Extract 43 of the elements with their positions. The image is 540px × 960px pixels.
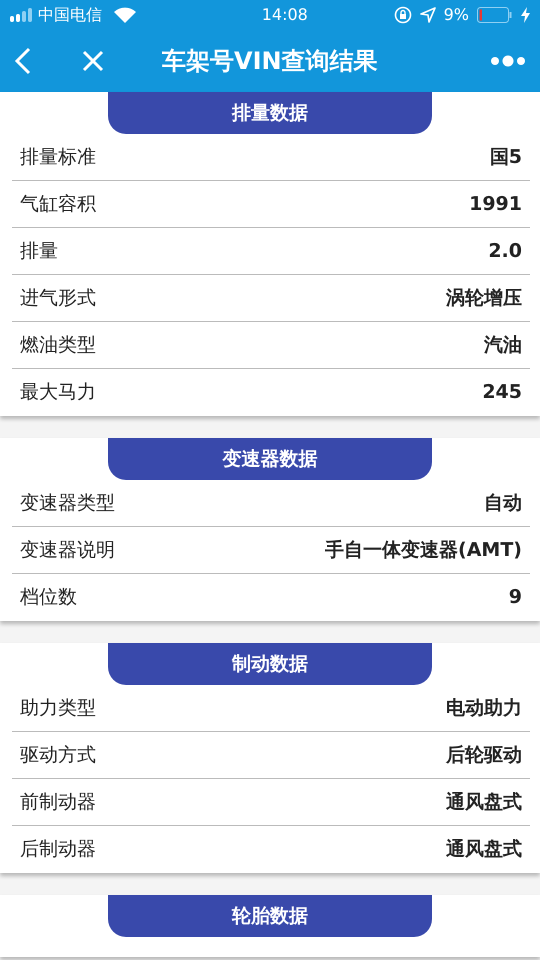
field-label: 进气形式 [20,286,96,311]
field-label: 燃油类型 [20,332,96,358]
field-value: 9 [508,585,522,610]
section-header: 制动数据 [108,643,432,685]
field-value: 1991 [469,192,522,217]
field-label: 助力类型 [20,696,96,721]
field-label: 驱动方式 [20,742,96,768]
field-label: 档位数 [20,585,77,610]
field-label: 排量 [20,238,58,264]
field-value: 手自一体变速器(AMT) [325,538,522,563]
rotation-lock-icon [394,6,412,24]
field-label: 前制动器 [20,790,96,815]
clock-time: 14:08 [262,4,308,26]
field-label: 变速器说明 [20,538,115,563]
field-value: 自动 [484,490,522,516]
charging-icon [521,7,530,23]
field-value: 245 [482,380,522,406]
field-label: 排量标准 [20,144,96,170]
field-value: 通风盘式 [446,790,522,815]
field-label: 最大马力 [20,380,96,406]
field-label: 变速器类型 [20,490,115,516]
close-icon[interactable] [82,50,104,72]
field-label: 气缸容积 [20,192,96,217]
field-value: 国5 [490,144,522,170]
field-value: 通风盘式 [446,837,522,862]
field-value: 涡轮增压 [446,286,522,311]
location-icon [420,7,436,23]
carrier-name: 中国电信 [38,4,102,26]
field-value: 后轮驱动 [446,742,522,768]
more-icon[interactable] [490,55,526,67]
field-value: 汽油 [484,332,522,358]
battery-icon [477,7,513,23]
back-icon[interactable] [14,47,32,75]
signal-icon [10,8,34,22]
wifi-icon [114,7,136,23]
field-value: 2.0 [488,238,522,264]
field-value: 电动助力 [446,696,522,721]
page-title: 车架号VIN查询结果 [162,46,378,77]
section-header: 排量数据 [108,92,432,134]
battery-percent: 9% [444,4,469,26]
section-header: 变速器数据 [108,438,432,480]
section-header: 轮胎数据 [108,895,432,937]
field-label: 后制动器 [20,837,96,862]
